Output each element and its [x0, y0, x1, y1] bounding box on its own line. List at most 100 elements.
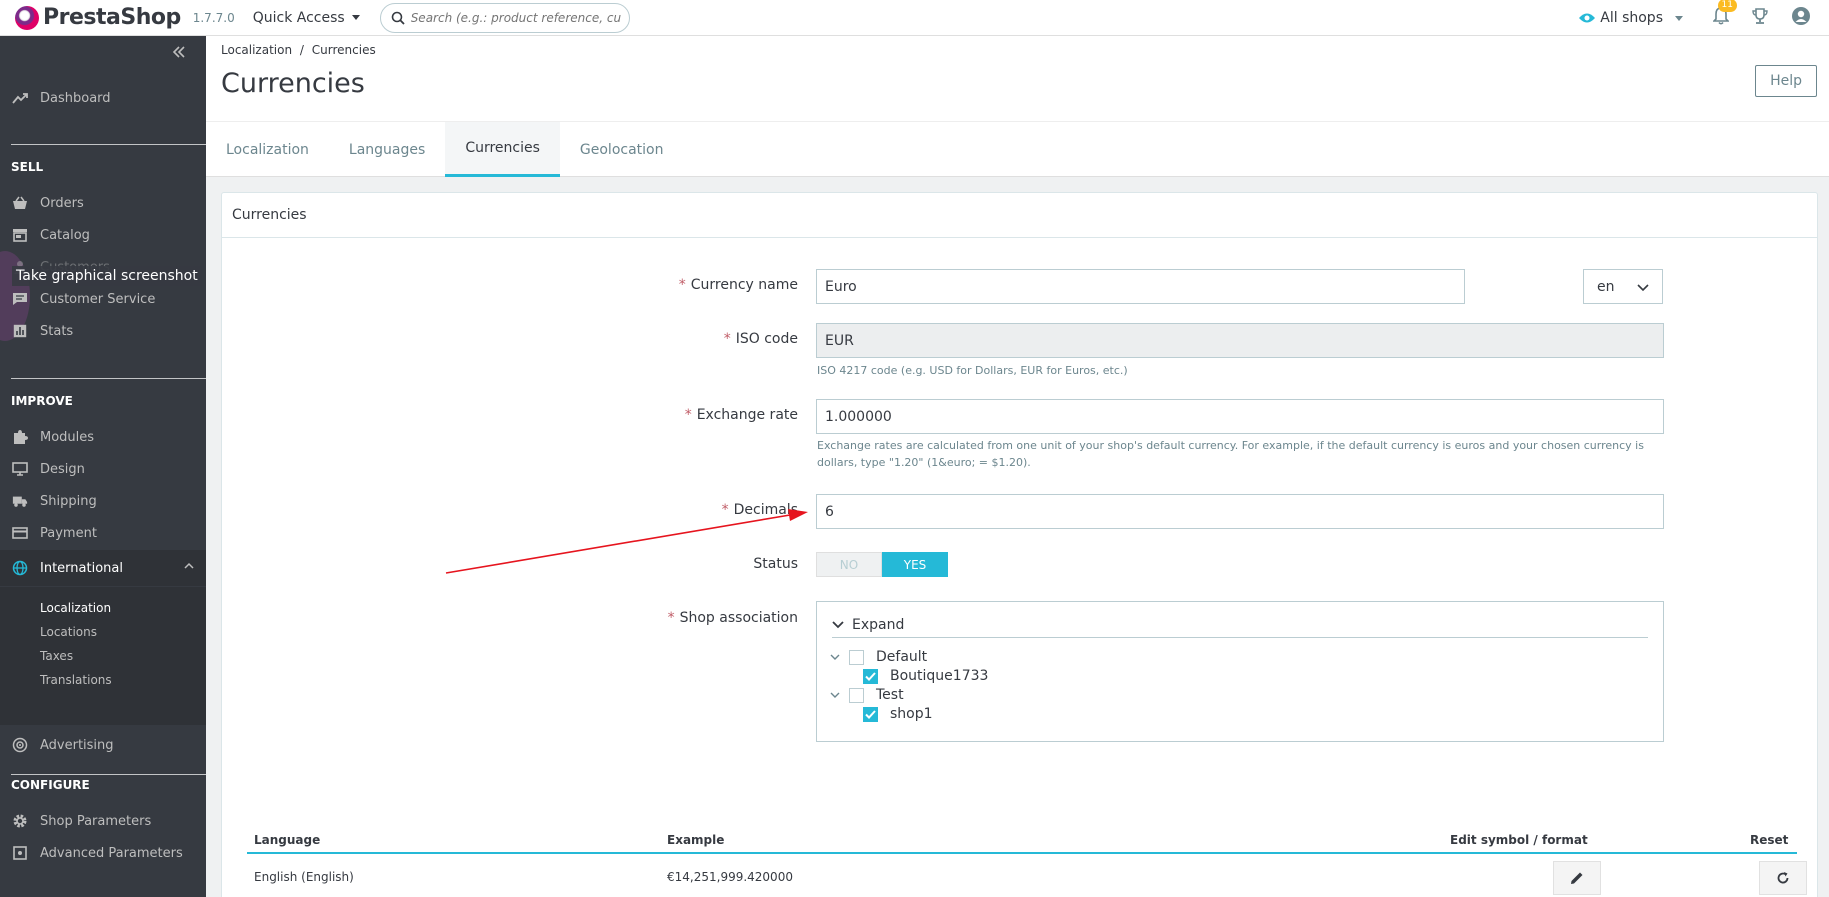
required-marker: *: [721, 502, 729, 518]
logo-text: PrestaShop: [43, 5, 181, 30]
sidebar-item-customer-service[interactable]: Customer Service: [0, 284, 206, 314]
sidebar-item-advertising[interactable]: Advertising: [0, 730, 206, 760]
sidebar-item-label: Advanced Parameters: [40, 845, 183, 861]
sidebar-item-catalog[interactable]: Catalog: [0, 220, 206, 250]
tab-languages[interactable]: Languages: [329, 122, 445, 177]
eye-icon: [1579, 13, 1596, 23]
currency-name-input[interactable]: [816, 269, 1465, 304]
puzzle-icon: [12, 429, 28, 445]
sidebar-item-label: Catalog: [40, 227, 90, 243]
shop-row: Boutique1733: [863, 668, 988, 684]
prestashop-logo-icon: [15, 5, 39, 30]
sidebar-item-shop-parameters[interactable]: Shop Parameters: [0, 806, 206, 836]
trending-up-icon: [12, 90, 28, 106]
divider: [11, 378, 206, 379]
help-button[interactable]: Help: [1755, 65, 1817, 97]
page-title: Currencies: [221, 68, 365, 99]
sidebar-item-modules[interactable]: Modules: [0, 422, 206, 452]
shop-checkbox[interactable]: [863, 706, 878, 722]
section-title-sell: SELL: [11, 160, 44, 174]
decimals-input[interactable]: [816, 494, 1664, 529]
submenu-item-translations[interactable]: Translations: [40, 673, 112, 687]
tabs: Localization Languages Currencies Geoloc…: [206, 121, 1829, 177]
shop-group-row: Default: [829, 649, 927, 665]
section-title-improve: IMPROVE: [11, 394, 73, 408]
sidebar-item-label: Dashboard: [40, 90, 111, 106]
exchange-rate-input[interactable]: [816, 399, 1664, 434]
shop-group-checkbox[interactable]: [849, 687, 864, 703]
language-select-value: en: [1597, 278, 1615, 295]
reset-format-button[interactable]: [1759, 861, 1807, 895]
sidebar-item-label: Payment: [40, 525, 97, 541]
iso-code-input[interactable]: [816, 323, 1664, 358]
sidebar-item-international[interactable]: International: [0, 550, 206, 586]
prestashop-logo[interactable]: PrestaShop: [15, 5, 181, 30]
column-header-example: Example: [667, 833, 725, 847]
sidebar-item-design[interactable]: Design: [0, 454, 206, 484]
shop-group-row: Test: [829, 687, 904, 703]
iso-code-help: ISO 4217 code (e.g. USD for Dollars, EUR…: [817, 364, 1128, 377]
top-header: PrestaShop 1.7.7.0 Quick Access All shop…: [0, 0, 1829, 36]
sidebar-item-label: Stats: [40, 323, 74, 339]
chevron-down-icon[interactable]: [829, 692, 841, 698]
chevron-down-icon: [832, 620, 844, 628]
caret-down-icon: [1675, 15, 1683, 21]
shop-checkbox[interactable]: [863, 668, 878, 684]
settings-box-icon: [12, 845, 28, 861]
exchange-rate-help-line-2: dollars, type "1.20" (1&euro; = $1.20).: [817, 456, 1031, 469]
section-title-configure: CONFIGURE: [11, 778, 90, 792]
sidebar-item-shipping[interactable]: Shipping: [0, 486, 206, 516]
collapse-sidebar-button[interactable]: [172, 43, 186, 62]
shop-label: Boutique1733: [890, 668, 989, 684]
submenu-item-localization[interactable]: Localization: [40, 601, 111, 615]
table-row: English (English) €14,251,999.420000: [247, 856, 1807, 896]
chevron-down-icon[interactable]: [829, 654, 841, 660]
trophy-button[interactable]: [1751, 7, 1769, 29]
truck-icon: [12, 493, 28, 509]
status-no-option[interactable]: NO: [816, 552, 882, 577]
screenshot-tooltip: Take graphical screenshot: [12, 266, 202, 286]
tab-currencies[interactable]: Currencies: [445, 122, 560, 177]
notification-badge: 11: [1717, 0, 1737, 12]
shop-association-label: * Shop association: [667, 610, 798, 626]
sidebar-item-stats[interactable]: Stats: [0, 316, 206, 346]
tab-geolocation[interactable]: Geolocation: [560, 122, 684, 177]
search-input[interactable]: [410, 10, 621, 25]
currency-name-label: * Currency name: [678, 277, 798, 293]
account-button[interactable]: [1791, 6, 1811, 30]
status-switch[interactable]: NO YES: [816, 552, 948, 577]
column-header-language: Language: [254, 833, 321, 847]
shop-group-checkbox[interactable]: [849, 649, 864, 665]
sidebar-item-payment[interactable]: Payment: [0, 518, 206, 548]
check-icon: [865, 709, 876, 719]
sidebar-item-dashboard[interactable]: Dashboard: [0, 83, 206, 113]
edit-format-button[interactable]: [1553, 861, 1601, 895]
chevron-down-icon: [1637, 280, 1649, 296]
sidebar-item-advanced-parameters[interactable]: Advanced Parameters: [0, 838, 206, 868]
language-select[interactable]: en: [1583, 269, 1663, 304]
submenu-item-locations[interactable]: Locations: [40, 625, 97, 639]
sidebar-item-orders[interactable]: Orders: [0, 188, 206, 218]
column-header-reset: Reset: [1750, 833, 1789, 847]
iso-code-label: * ISO code: [723, 331, 798, 347]
breadcrumb-current: Currencies: [311, 43, 376, 57]
trophy-icon: [1752, 8, 1768, 24]
store-icon: [12, 227, 28, 243]
quick-access-label: Quick Access: [252, 9, 345, 26]
globe-icon: [12, 560, 28, 576]
required-marker: *: [723, 331, 731, 347]
submenu-item-taxes[interactable]: Taxes: [40, 649, 73, 663]
all-shops-label: All shops: [1600, 10, 1663, 26]
status-yes-option[interactable]: YES: [882, 552, 948, 577]
breadcrumb: Localization / Currencies: [221, 43, 376, 57]
target-icon: [12, 737, 28, 753]
quick-access-dropdown[interactable]: Quick Access: [253, 10, 360, 26]
language-cell: English (English): [254, 870, 354, 884]
tab-localization[interactable]: Localization: [206, 122, 329, 177]
notifications-button[interactable]: 11: [1712, 0, 1737, 29]
breadcrumb-link-localization[interactable]: Localization: [221, 43, 292, 57]
search-box[interactable]: [379, 2, 630, 33]
expand-all-toggle[interactable]: Expand: [832, 612, 1648, 638]
required-marker: *: [684, 407, 692, 423]
shop-selector[interactable]: All shops: [1578, 10, 1683, 26]
